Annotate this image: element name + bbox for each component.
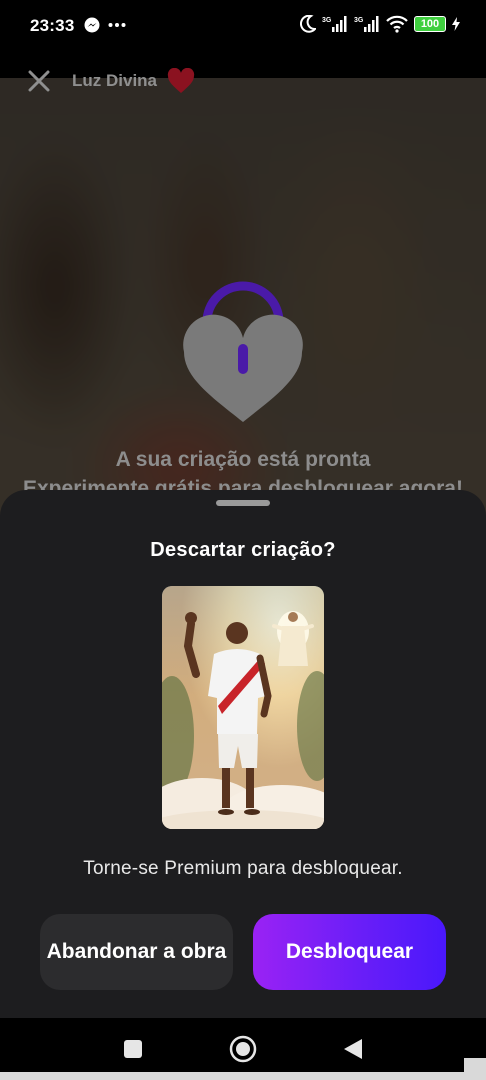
charging-icon: [452, 17, 460, 31]
battery-level: 100: [414, 16, 446, 32]
header: Luz Divina: [22, 64, 195, 98]
recents-square-icon[interactable]: [122, 1038, 144, 1060]
ready-text: A sua criação está pronta: [115, 448, 371, 471]
app-title: Luz Divina: [72, 71, 158, 90]
more-dots-icon: [108, 23, 126, 27]
heart-lock-icon: [183, 281, 303, 422]
svg-text:3G: 3G: [354, 17, 364, 24]
status-bar: 23:33 3G 3G 100: [0, 0, 486, 52]
gesture-corner: [464, 1058, 486, 1080]
back-triangle-icon[interactable]: [342, 1037, 364, 1061]
unlock-button[interactable]: Desbloquear: [253, 914, 446, 990]
wifi-icon: [386, 15, 408, 33]
home-circle-icon[interactable]: [229, 1035, 257, 1063]
moon-icon: [300, 15, 316, 33]
gesture-bar: [0, 1072, 464, 1080]
signal-3g-icon: 3G: [354, 16, 379, 32]
status-time: 23:33: [30, 16, 75, 35]
heart-icon[interactable]: [167, 68, 195, 94]
premium-message: Torne-se Premium para desbloquear.: [83, 858, 403, 879]
drag-handle[interactable]: [216, 500, 270, 506]
abandon-button[interactable]: Abandonar a obra: [40, 914, 233, 990]
system-nav-bar: [0, 1018, 486, 1080]
dialog-title: Descartar criação?: [150, 539, 336, 561]
discard-dialog: Descartar criação? Torne-se Premium para…: [0, 490, 486, 1018]
signal-3g-icon: 3G: [322, 16, 347, 32]
messenger-icon: [84, 17, 100, 33]
close-icon[interactable]: [22, 64, 56, 98]
creation-preview-image: [162, 586, 324, 829]
battery-icon: 100: [414, 16, 446, 32]
svg-text:3G: 3G: [322, 17, 332, 24]
